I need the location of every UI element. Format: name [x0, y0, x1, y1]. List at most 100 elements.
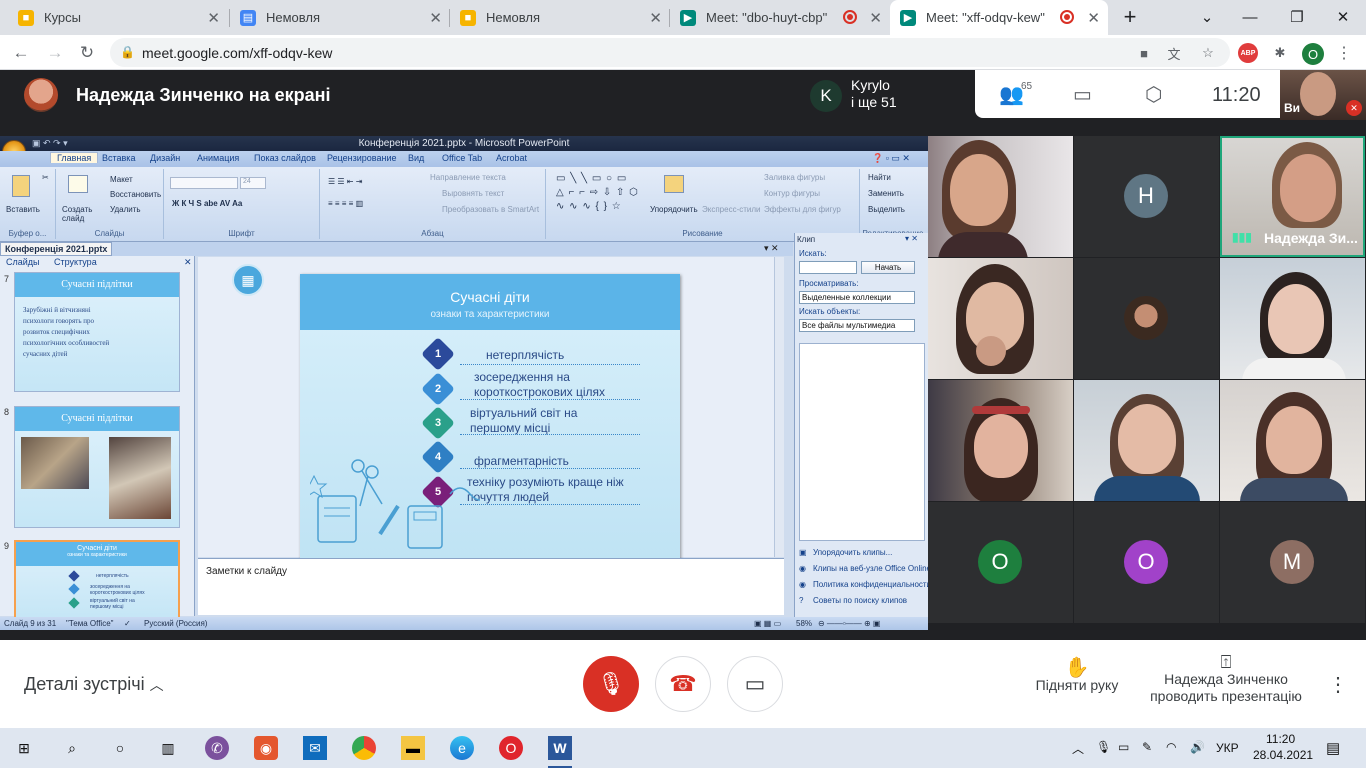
ribbon-tab-acrobat[interactable]: Acrobat [496, 153, 527, 163]
meeting-details-button[interactable]: Деталі зустрічі ︿ [24, 674, 164, 695]
browse-select[interactable]: Выделенные коллекции [799, 291, 915, 304]
layout-button[interactable]: Макет [110, 175, 133, 184]
tab-close-icon[interactable]: ✕ [649, 9, 662, 27]
tab-outline[interactable]: Структура [54, 257, 97, 267]
align-icons[interactable]: ≡ ≡ ≡ ≡ ▥ [328, 199, 363, 208]
end-call-button[interactable]: ☎ [655, 656, 711, 712]
browser-menu-icon[interactable]: ⋮ [1334, 43, 1354, 63]
tab-close-icon[interactable]: ✕ [207, 9, 220, 27]
ribbon-tab-view[interactable]: Вид [408, 153, 424, 163]
word-icon[interactable]: W [548, 736, 572, 760]
clip-start-button[interactable]: Начать [861, 261, 915, 274]
taskbar-time[interactable]: 11:20 [1266, 732, 1295, 746]
new-slide-icon[interactable] [68, 175, 88, 193]
paste-button[interactable]: Вставить [6, 205, 40, 214]
doc-close-icon[interactable]: ▾ ✕ [764, 243, 779, 254]
close-window-button[interactable]: ✕ [1323, 4, 1363, 30]
tray-chevron-icon[interactable]: ︿ [1072, 740, 1084, 757]
select-button[interactable]: Выделить [868, 205, 905, 214]
shapes-gallery-row2[interactable]: △ ⌐ ⌐ ⇨ ⇩ ⇧ ⬡ [556, 187, 639, 198]
new-tab-button[interactable]: + [1110, 4, 1150, 30]
shape-outline-button[interactable]: Контур фигуры [764, 189, 820, 198]
ribbon-tab-officetab[interactable]: Office Tab [442, 153, 482, 163]
ribbon-tab-slideshow[interactable]: Показ слайдов [254, 153, 316, 163]
quick-access-toolbar[interactable]: ▣ ↶ ↷ ▾ [32, 138, 68, 149]
bookmark-star-icon[interactable]: ☆ [1198, 43, 1218, 63]
clips-online-link[interactable]: Клипы на веб-узле Office Online [813, 564, 928, 573]
document-tab[interactable]: Конференція 2021.pptx [0, 242, 113, 256]
profile-avatar[interactable]: O [1302, 43, 1324, 65]
organize-clips-link[interactable]: Упорядочить клипы... [813, 548, 892, 557]
replace-button[interactable]: Заменить [868, 189, 904, 198]
edit-scrollbar[interactable] [774, 257, 784, 557]
address-bar[interactable]: 🔒 meet.google.com/xff-odqv-kew [110, 38, 1230, 67]
participant-tile[interactable] [928, 136, 1073, 257]
participant-tile[interactable] [928, 380, 1073, 501]
windows-start-icon[interactable]: ⊞ [12, 736, 36, 760]
camera-blocked-icon[interactable]: ■ [1134, 43, 1154, 63]
help-icon[interactable]: ❓ ▫ ▭ ✕ [872, 153, 910, 164]
participant-tile[interactable] [1074, 258, 1219, 379]
translate-icon[interactable]: 文 [1164, 43, 1184, 63]
camera-toggle-button[interactable]: ▭ [727, 656, 783, 712]
participant-tile[interactable]: M [1220, 502, 1365, 623]
presentation-button[interactable]: ⍐ Надежда Зинченко проводить презентацію [1146, 653, 1306, 705]
arrange-button[interactable]: Упорядочить [650, 205, 698, 214]
file-explorer-icon[interactable]: ▬ [401, 736, 425, 760]
participant-tile[interactable] [1074, 380, 1219, 501]
mic-toggle-button[interactable]: 🎙 [583, 656, 639, 712]
screen-recorder-icon[interactable]: ◉ [254, 736, 278, 760]
opera-icon[interactable]: O [499, 736, 523, 760]
browser-tab[interactable]: ▶ Meet: "dbo-huyt-cbp" ✕ [670, 0, 890, 35]
align-text-button[interactable]: Выровнять текст [442, 189, 504, 198]
slide-edit-area[interactable]: ▦ Сучасні діти ознаки та характеристики … [198, 257, 784, 559]
tab-close-icon[interactable]: ✕ [429, 9, 442, 27]
present-icon[interactable]: ▦ [232, 264, 264, 296]
delete-button[interactable]: Удалить [110, 205, 141, 214]
shape-effects-button[interactable]: Эффекты для фигур [764, 205, 841, 214]
participant-tile-speaking[interactable]: ▮▮▮ Надежда Зи... [1220, 136, 1365, 257]
smartart-button[interactable]: Преобразовать в SmartArt [442, 205, 539, 214]
slide-thumbnail[interactable]: Сучасні підлітки [14, 406, 180, 528]
battery-icon[interactable]: ▭ [1118, 740, 1129, 754]
objects-select[interactable]: Все файлы мультимедиа [799, 319, 915, 332]
taskbar-date[interactable]: 28.04.2021 [1253, 748, 1313, 762]
ribbon-tab-home[interactable]: Главная [50, 152, 99, 163]
url-text[interactable]: meet.google.com/xff-odqv-kew [142, 45, 332, 61]
notifications-icon[interactable]: ▤ [1326, 739, 1340, 757]
chrome-icon[interactable] [352, 736, 376, 760]
browser-tab[interactable]: ■ Курсы ✕ [8, 0, 228, 35]
tab-close-icon[interactable]: ✕ [869, 9, 882, 27]
ribbon-tab-design[interactable]: Дизайн [150, 153, 180, 163]
participant-tile[interactable]: O [1074, 502, 1219, 623]
reset-button[interactable]: Восстановить [110, 190, 161, 199]
participant-tile[interactable]: O [928, 502, 1073, 623]
raise-hand-button[interactable]: ✋ Підняти руку [1028, 658, 1126, 694]
spellcheck-icon[interactable]: ✓ [124, 619, 131, 628]
clip-search-input[interactable] [799, 261, 857, 274]
current-slide[interactable]: Сучасні діти ознаки та характеристики 1 … [300, 274, 680, 559]
quick-styles-button[interactable]: Экспресс-стили [702, 205, 761, 214]
more-options-icon[interactable]: ⋮ [1328, 672, 1348, 697]
back-icon[interactable]: ← [8, 40, 34, 66]
zoom-slider[interactable]: ⊖ ——▫—— ⊕ ▣ [818, 619, 880, 628]
cortana-icon[interactable]: ○ [108, 736, 132, 760]
slide-thumbnail-selected[interactable]: Сучасні діти ознаки та характеристики не… [14, 540, 180, 620]
text-direction-button[interactable]: Направление текста [430, 173, 506, 182]
ribbon-tab-insert[interactable]: Вставка [102, 153, 135, 163]
paste-icon[interactable] [12, 175, 30, 197]
volume-icon[interactable]: 🔊 [1190, 740, 1205, 754]
slide-thumbnail[interactable]: Сучасні підлітки Зарубіжні й вітчизняні … [14, 272, 180, 392]
clip-results-box[interactable] [799, 343, 925, 541]
edge-icon[interactable]: e [450, 736, 474, 760]
view-buttons[interactable]: ▣ ▦ ▭ [754, 619, 781, 628]
microphone-icon[interactable]: 🎙 [1096, 740, 1111, 754]
ribbon-tab-review[interactable]: Рецензирование [327, 153, 397, 163]
participant-tile[interactable]: H [1074, 136, 1219, 257]
extensions-icon[interactable]: ✱ [1270, 43, 1290, 63]
adblock-icon[interactable]: ABP [1238, 43, 1258, 63]
cut-icon[interactable]: ✂ [42, 173, 49, 182]
reload-icon[interactable]: ↻ [74, 40, 100, 66]
maximize-button[interactable]: ❐ [1277, 4, 1317, 30]
tab-slides[interactable]: Слайды [6, 257, 40, 267]
